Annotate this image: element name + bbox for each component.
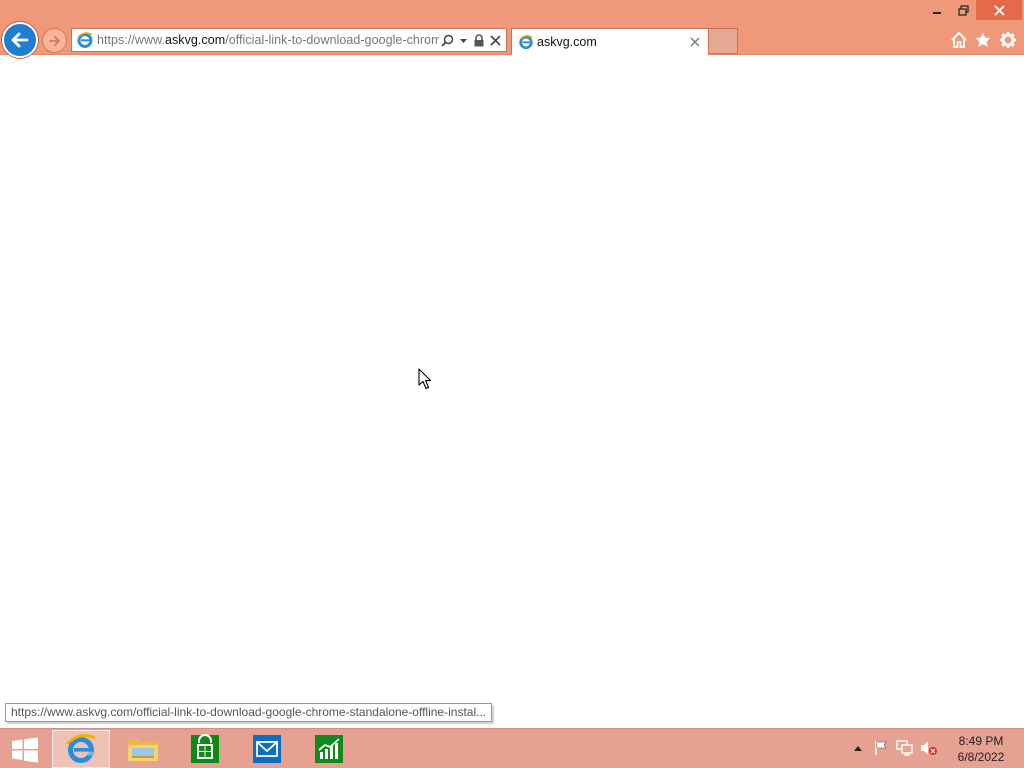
chevron-up-icon <box>854 746 862 751</box>
taskbar-app-file-explorer[interactable] <box>114 730 172 768</box>
volume-muted-icon <box>921 741 937 755</box>
search-button[interactable] <box>439 29 455 51</box>
restore-icon <box>957 4 969 16</box>
taskbar-app-finance[interactable] <box>300 730 358 768</box>
taskbar: 8:49 PM 6/8/2022 <box>0 728 1024 768</box>
network-button[interactable] <box>895 737 915 759</box>
folder-icon <box>128 739 158 761</box>
search-icon <box>440 34 453 47</box>
restore-button[interactable] <box>950 0 976 20</box>
favorites-button[interactable] <box>972 29 994 51</box>
gear-icon <box>1000 32 1016 48</box>
clock-time: 8:49 PM <box>958 734 1004 748</box>
start-button[interactable] <box>5 734 45 766</box>
stop-icon <box>489 34 501 46</box>
taskbar-app-internet-explorer[interactable] <box>52 730 110 768</box>
tab-title: askvg.com <box>537 35 597 49</box>
home-icon <box>951 32 967 48</box>
security-lock-button[interactable] <box>471 29 487 51</box>
chevron-down-icon <box>459 38 467 43</box>
windows-logo-icon <box>12 737 38 763</box>
close-window-button[interactable] <box>976 0 1022 20</box>
store-icon <box>191 734 219 763</box>
ie-icon <box>66 734 96 763</box>
action-center-button[interactable] <box>871 737 891 759</box>
close-icon <box>993 4 1005 16</box>
minimize-button[interactable] <box>924 0 950 20</box>
address-dropdown-button[interactable] <box>455 29 471 51</box>
back-arrow-icon <box>11 32 29 48</box>
clock-date: 6/8/2022 <box>957 750 1005 764</box>
system-clock[interactable]: 8:49 PM 6/8/2022 <box>948 733 1014 765</box>
ie-page-icon <box>517 33 535 51</box>
new-tab-button[interactable] <box>709 28 738 54</box>
back-button[interactable] <box>2 22 38 58</box>
forward-button[interactable] <box>42 28 67 53</box>
network-icon <box>896 740 913 756</box>
stop-button[interactable] <box>487 29 503 51</box>
web-page-content[interactable] <box>0 56 1024 728</box>
minimize-icon <box>933 12 941 14</box>
show-hidden-icons-button[interactable] <box>848 737 868 759</box>
forward-arrow-icon <box>48 35 60 46</box>
browser-chrome: https://www.askvg.com/official-link-to-d… <box>0 0 1024 58</box>
volume-button[interactable] <box>919 737 939 759</box>
mail-icon <box>253 735 281 763</box>
flag-icon <box>875 741 887 755</box>
ie-page-icon <box>74 29 96 51</box>
status-url-tooltip: https://www.askvg.com/official-link-to-d… <box>5 703 493 722</box>
taskbar-app-store[interactable] <box>176 730 234 768</box>
address-url[interactable]: https://www.askvg.com/official-link-to-d… <box>97 33 439 47</box>
tools-button[interactable] <box>997 29 1019 51</box>
mouse-cursor-icon <box>418 368 432 390</box>
address-bar[interactable]: https://www.askvg.com/official-link-to-d… <box>71 28 507 52</box>
taskbar-app-mail[interactable] <box>238 730 296 768</box>
lock-icon <box>474 33 484 46</box>
tab-askvg[interactable]: askvg.com <box>511 28 709 55</box>
star-icon <box>975 32 991 47</box>
home-button[interactable] <box>948 29 970 51</box>
tab-close-button[interactable] <box>686 37 704 47</box>
close-icon <box>690 37 700 47</box>
finance-icon <box>315 735 343 763</box>
